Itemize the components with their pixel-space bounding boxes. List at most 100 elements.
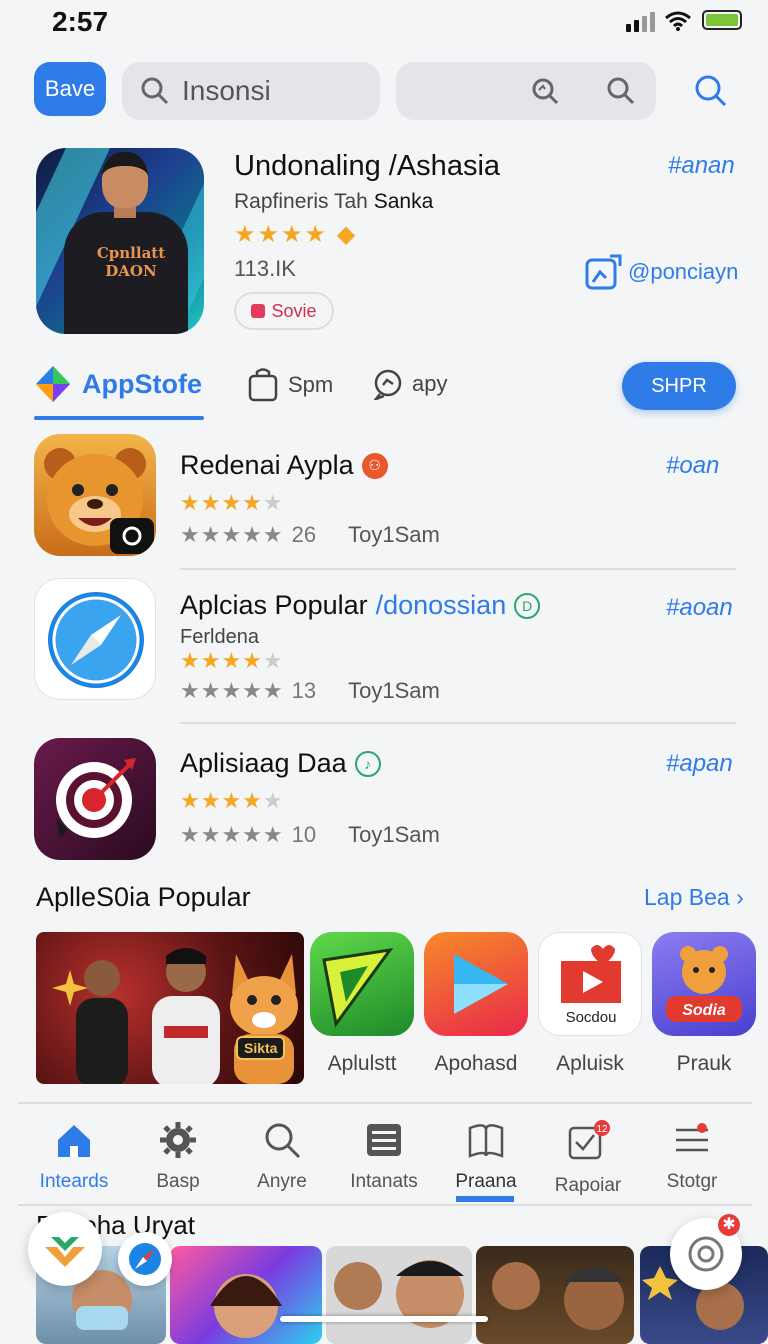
badge-icon: D	[514, 592, 541, 619]
image-share-icon	[585, 254, 622, 290]
section-title-popular: AplleS0ia Popular	[36, 882, 251, 912]
icon-label: Socdou	[565, 1009, 617, 1026]
app-icon-green[interactable]	[310, 932, 414, 1036]
gear-icon	[160, 1122, 196, 1158]
checkmark-logo-icon	[45, 1237, 85, 1267]
rating-stars: ★★★★★	[180, 788, 284, 813]
popular-app-card[interactable]: Socdou Apluisk	[538, 932, 642, 1076]
tab-spm[interactable]: Spm	[248, 368, 333, 402]
app-name[interactable]: Aplcias Popular/donossian D	[180, 590, 541, 621]
list-item[interactable]: Redenai Aypla ⚇ ★★★★★ ★★★★★ 26 Toy1Sam #oa…	[0, 434, 768, 574]
trending-card[interactable]	[170, 1246, 322, 1344]
tab-apy[interactable]: apy	[372, 368, 447, 400]
person-graphic	[152, 948, 220, 1084]
featured-link[interactable]: @ponciayn	[584, 252, 738, 292]
home-icon	[58, 1125, 90, 1157]
status-bar: 2:57	[0, 0, 768, 48]
active-tab-indicator	[34, 416, 204, 420]
floating-app-button[interactable]	[28, 1212, 102, 1286]
trending-card[interactable]	[326, 1246, 472, 1344]
app-tag[interactable]: #apan	[666, 750, 733, 778]
popular-app-card[interactable]: Apohasd	[424, 932, 528, 1076]
nav-item-home[interactable]: Inteards	[24, 1120, 124, 1193]
cell-signal-icon	[626, 12, 655, 32]
mascot-graphic	[230, 954, 298, 1084]
featured-tag[interactable]: #anan	[668, 152, 735, 180]
popular-app-card[interactable]: Aplulstt	[310, 932, 414, 1076]
sparkle-icon	[52, 970, 88, 1006]
app-icon-sodia[interactable]: Sodia	[652, 932, 756, 1036]
featured-subtitle: Rapfineris Tah Sanka	[234, 190, 434, 213]
app-developer: Ferldena	[180, 626, 259, 648]
app-icon-socdou[interactable]: Socdou	[538, 932, 642, 1036]
list-icon	[367, 1124, 401, 1156]
see-more-link[interactable]: Lap Bea ›	[644, 884, 744, 911]
nav-item-updates[interactable]: 12 Rapoiar	[538, 1120, 638, 1197]
list-item[interactable]: Aplisiaag Daa ♪ ★★★★★ ★★★★★ 10 Toy1Sam #ap…	[0, 738, 768, 878]
divider	[180, 722, 736, 724]
nav-item-list[interactable]: Intanats	[334, 1120, 434, 1193]
app-name[interactable]: Aplisiaag Daa ♪	[180, 748, 381, 779]
floating-record-button[interactable]: ✱	[670, 1214, 742, 1290]
rating-stars: ★★★★★	[180, 648, 284, 673]
badge-icon: ⚇	[361, 452, 388, 479]
bottom-nav: Inteards Basp Anyre Intanats Praana 12 R…	[18, 1102, 752, 1206]
divider	[180, 568, 736, 570]
featured-title[interactable]: Undonaling /Ashasia	[234, 150, 500, 183]
list-item[interactable]: Aplcias Popular/donossian D Ferldena ★★★…	[0, 578, 768, 718]
featured-app-image[interactable]: Cpnllatt DAON	[36, 148, 204, 334]
wifi-icon	[665, 11, 691, 31]
compass-icon	[129, 1243, 161, 1275]
shirt-print: Cpnllatt DAON	[96, 244, 166, 280]
shpr-button[interactable]: SHPR	[622, 362, 736, 410]
search-button-icon[interactable]	[694, 74, 728, 108]
search-icon	[265, 1123, 301, 1159]
nav-item-store[interactable]: Stotgr	[642, 1120, 742, 1193]
nav-active-indicator	[456, 1196, 514, 1202]
popular-app-card[interactable]: Sodia Prauk	[652, 932, 756, 1076]
checkbox-icon: 12	[568, 1120, 610, 1160]
app-icon-play[interactable]	[424, 932, 528, 1036]
nav-item-search[interactable]: Anyre	[232, 1120, 332, 1193]
chat-icon	[373, 369, 402, 400]
promo-banner[interactable]: Sikta	[36, 932, 304, 1084]
search-input[interactable]: Insonsi	[122, 62, 380, 120]
app-tag[interactable]: #aoan	[666, 594, 733, 622]
app-icon-target[interactable]	[34, 738, 156, 860]
trending-card[interactable]	[476, 1246, 634, 1344]
badge-icon	[251, 304, 266, 318]
featured-badge[interactable]: Sovie	[234, 292, 334, 330]
bag-icon	[248, 368, 278, 402]
app-icon-bear[interactable]	[34, 434, 156, 556]
badge-icon: ♪	[354, 750, 381, 777]
svg-text:12: 12	[596, 1124, 608, 1135]
app-meta: ★★★★★ 26 Toy1Sam	[180, 522, 440, 547]
record-icon	[688, 1236, 724, 1272]
nav-item-books[interactable]: Praana	[436, 1120, 536, 1193]
save-button[interactable]: Bave	[34, 62, 106, 116]
close-icon[interactable]: ✱	[718, 1214, 740, 1236]
app-icon-compass[interactable]	[34, 578, 156, 700]
app-meta: ★★★★★ 13 Toy1Sam	[180, 678, 440, 703]
nav-item-settings[interactable]: Basp	[128, 1120, 228, 1193]
app-tag[interactable]: #oan	[666, 452, 719, 480]
featured-rating-stars: ★★★★ ◆	[234, 221, 358, 248]
search-text: Insonsi	[182, 75, 271, 106]
scan-search-icon[interactable]	[530, 76, 560, 106]
search-icon	[141, 77, 169, 105]
home-indicator[interactable]	[280, 1316, 488, 1322]
icon-label: Sodia	[682, 1002, 726, 1019]
floating-compass-button[interactable]	[118, 1232, 172, 1286]
battery-icon	[702, 10, 742, 30]
tab-appstore[interactable]: AppStofe	[34, 364, 202, 404]
appstore-logo-icon	[36, 366, 70, 402]
app-name[interactable]: Redenai Aypla ⚇	[180, 450, 388, 481]
sliders-icon	[676, 1123, 708, 1152]
search-icon[interactable]	[606, 76, 636, 106]
book-icon	[468, 1124, 504, 1158]
featured-rating-count: 113.IK	[234, 256, 296, 281]
app-meta: ★★★★★ 10 Toy1Sam	[180, 822, 440, 847]
secondary-search-field[interactable]	[396, 62, 656, 120]
clock: 2:57	[52, 6, 109, 37]
rating-stars: ★★★★★	[180, 490, 284, 515]
